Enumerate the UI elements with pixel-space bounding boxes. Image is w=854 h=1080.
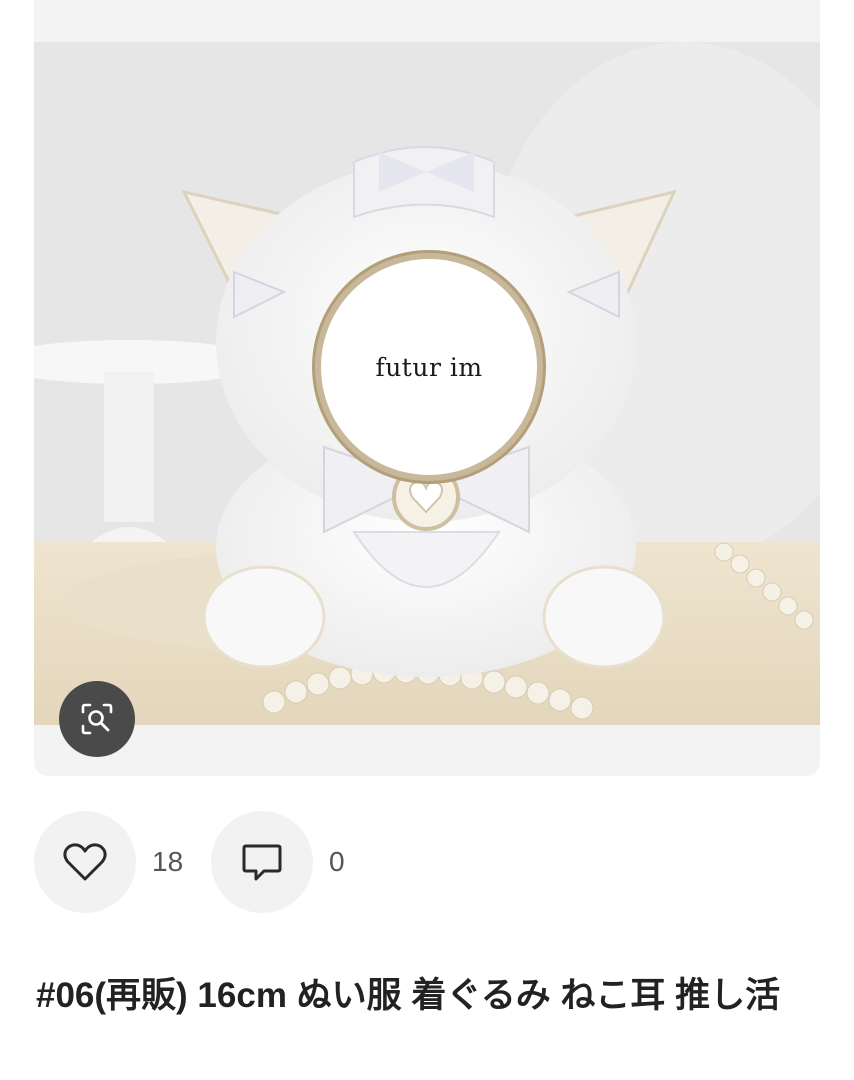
- like-count: 18: [152, 846, 184, 877]
- product-photo[interactable]: futur im: [34, 42, 820, 725]
- product-title: #06(再販) 16cm ぬい服 着ぐるみ ねこ耳 推し活: [36, 976, 781, 1015]
- speech-bubble-icon: [242, 844, 282, 881]
- engagement-bar: 18 0: [34, 811, 434, 913]
- comment-count: 0: [329, 846, 345, 877]
- heart-outline-icon: [63, 843, 107, 881]
- visual-search-button[interactable]: [59, 681, 135, 757]
- comment-button[interactable]: [211, 811, 313, 913]
- zoom-scan-icon: [81, 703, 113, 735]
- shop-logo-text: futur im: [375, 352, 483, 382]
- shop-logo-badge: futur im: [321, 259, 537, 475]
- product-image-card: futur im: [34, 0, 820, 776]
- like-button[interactable]: [34, 811, 136, 913]
